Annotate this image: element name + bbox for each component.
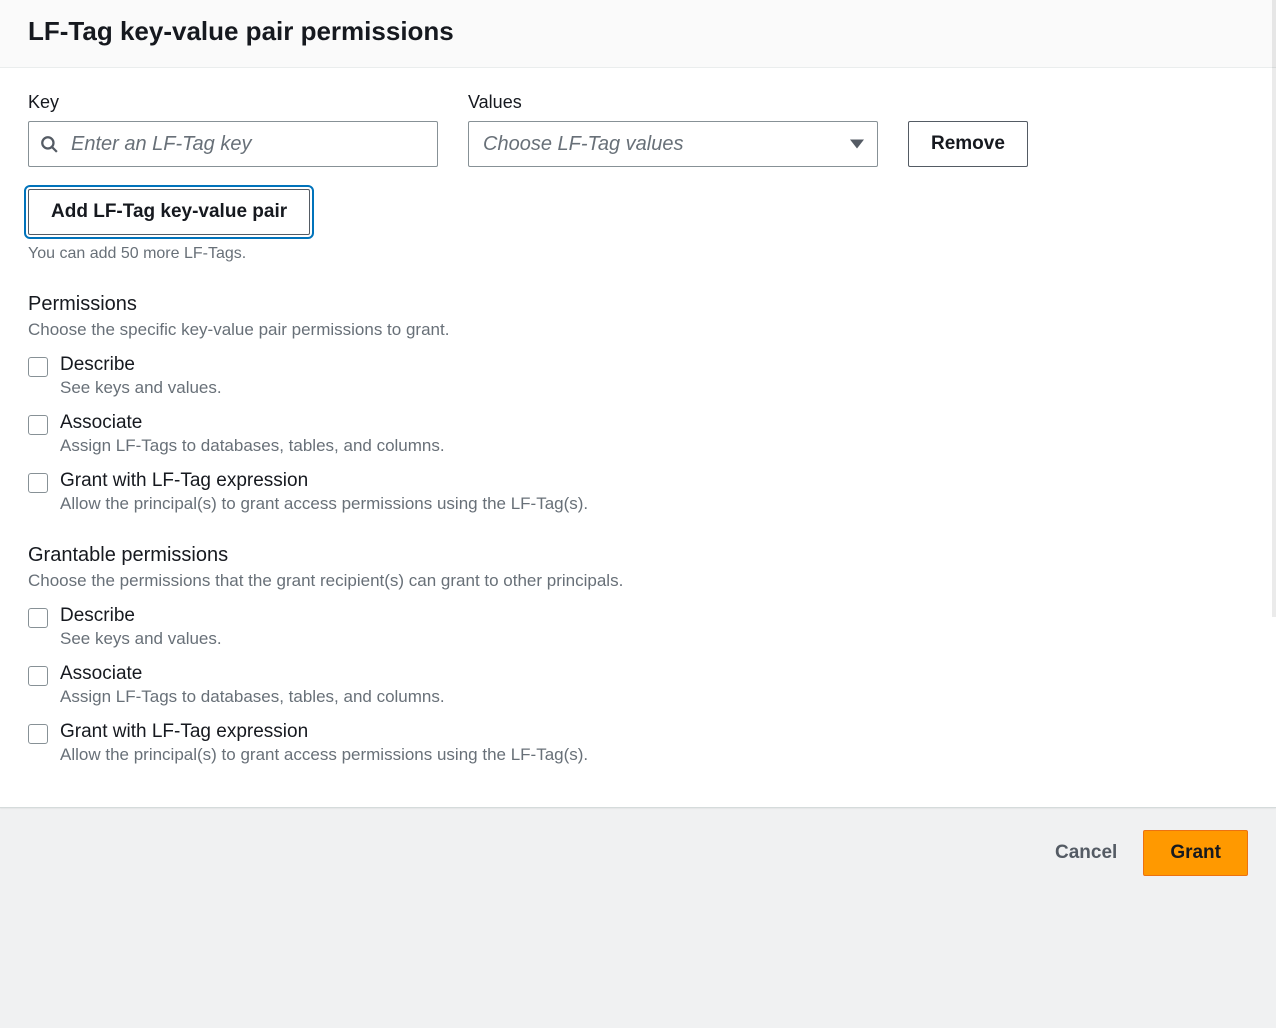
values-label: Values	[468, 92, 878, 113]
grantable-associate-row: Associate Assign LF-Tags to databases, t…	[28, 663, 1248, 707]
perm-associate-desc: Assign LF-Tags to databases, tables, and…	[60, 436, 445, 456]
permissions-title: Permissions	[28, 293, 1248, 316]
grant-button[interactable]: Grant	[1143, 830, 1248, 876]
grantable-describe-checkbox[interactable]	[28, 608, 48, 628]
values-select[interactable]: Choose LF-Tag values	[468, 121, 878, 167]
values-field: Values Choose LF-Tag values	[468, 92, 878, 167]
perm-associate-content: Associate Assign LF-Tags to databases, t…	[60, 412, 445, 456]
perm-describe-label: Describe	[60, 354, 222, 376]
grantable-grant-checkbox[interactable]	[28, 724, 48, 744]
perm-grant-checkbox[interactable]	[28, 473, 48, 493]
perm-describe-content: Describe See keys and values.	[60, 354, 222, 398]
grantable-desc: Choose the permissions that the grant re…	[28, 571, 1248, 591]
scrollbar-thumb[interactable]	[1272, 0, 1276, 617]
perm-grant-content: Grant with LF-Tag expression Allow the p…	[60, 470, 588, 514]
key-field: Key	[28, 92, 438, 167]
footer: Cancel Grant	[0, 808, 1276, 898]
key-input[interactable]	[28, 121, 438, 167]
perm-describe-checkbox[interactable]	[28, 357, 48, 377]
grantable-describe-label: Describe	[60, 605, 222, 627]
remove-button[interactable]: Remove	[908, 121, 1028, 167]
tag-row: Key Values Choose LF-Tag values	[28, 92, 1248, 167]
cancel-button[interactable]: Cancel	[1043, 834, 1129, 872]
grantable-grant-desc: Allow the principal(s) to grant access p…	[60, 745, 588, 765]
lf-tag-count-helper: You can add 50 more LF-Tags.	[28, 245, 1248, 263]
grantable-associate-desc: Assign LF-Tags to databases, tables, and…	[60, 687, 445, 707]
chevron-down-icon	[850, 140, 864, 149]
add-lf-tag-button[interactable]: Add LF-Tag key-value pair	[28, 189, 310, 235]
key-input-wrap	[28, 121, 438, 167]
perm-grant-label: Grant with LF-Tag expression	[60, 470, 588, 492]
perm-associate-row: Associate Assign LF-Tags to databases, t…	[28, 412, 1248, 456]
perm-describe-desc: See keys and values.	[60, 378, 222, 398]
grantable-grant-row: Grant with LF-Tag expression Allow the p…	[28, 721, 1248, 765]
grantable-title: Grantable permissions	[28, 544, 1248, 567]
remove-field: Remove	[908, 121, 1028, 167]
key-label: Key	[28, 92, 438, 113]
grantable-grant-label: Grant with LF-Tag expression	[60, 721, 588, 743]
values-select-wrap: Choose LF-Tag values	[468, 121, 878, 167]
grantable-associate-checkbox[interactable]	[28, 666, 48, 686]
perm-grant-row: Grant with LF-Tag expression Allow the p…	[28, 470, 1248, 514]
scrollbar[interactable]	[1272, 0, 1276, 1028]
perm-associate-checkbox[interactable]	[28, 415, 48, 435]
perm-grant-desc: Allow the principal(s) to grant access p…	[60, 494, 588, 514]
values-placeholder: Choose LF-Tag values	[483, 133, 684, 156]
perm-describe-row: Describe See keys and values.	[28, 354, 1248, 398]
perm-associate-label: Associate	[60, 412, 445, 434]
panel-header: LF-Tag key-value pair permissions	[0, 0, 1276, 68]
panel-title: LF-Tag key-value pair permissions	[28, 16, 1248, 47]
grantable-section: Grantable permissions Choose the permiss…	[28, 544, 1248, 765]
grantable-associate-label: Associate	[60, 663, 445, 685]
grantable-describe-row: Describe See keys and values.	[28, 605, 1248, 649]
add-row: Add LF-Tag key-value pair	[28, 189, 1248, 235]
search-icon	[40, 135, 58, 153]
permissions-section: Permissions Choose the specific key-valu…	[28, 293, 1248, 514]
permissions-panel: LF-Tag key-value pair permissions Key Va…	[0, 0, 1276, 808]
grantable-associate-content: Associate Assign LF-Tags to databases, t…	[60, 663, 445, 707]
grantable-grant-content: Grant with LF-Tag expression Allow the p…	[60, 721, 588, 765]
panel-body: Key Values Choose LF-Tag values	[0, 68, 1276, 807]
grantable-describe-desc: See keys and values.	[60, 629, 222, 649]
grantable-describe-content: Describe See keys and values.	[60, 605, 222, 649]
permissions-desc: Choose the specific key-value pair permi…	[28, 320, 1248, 340]
